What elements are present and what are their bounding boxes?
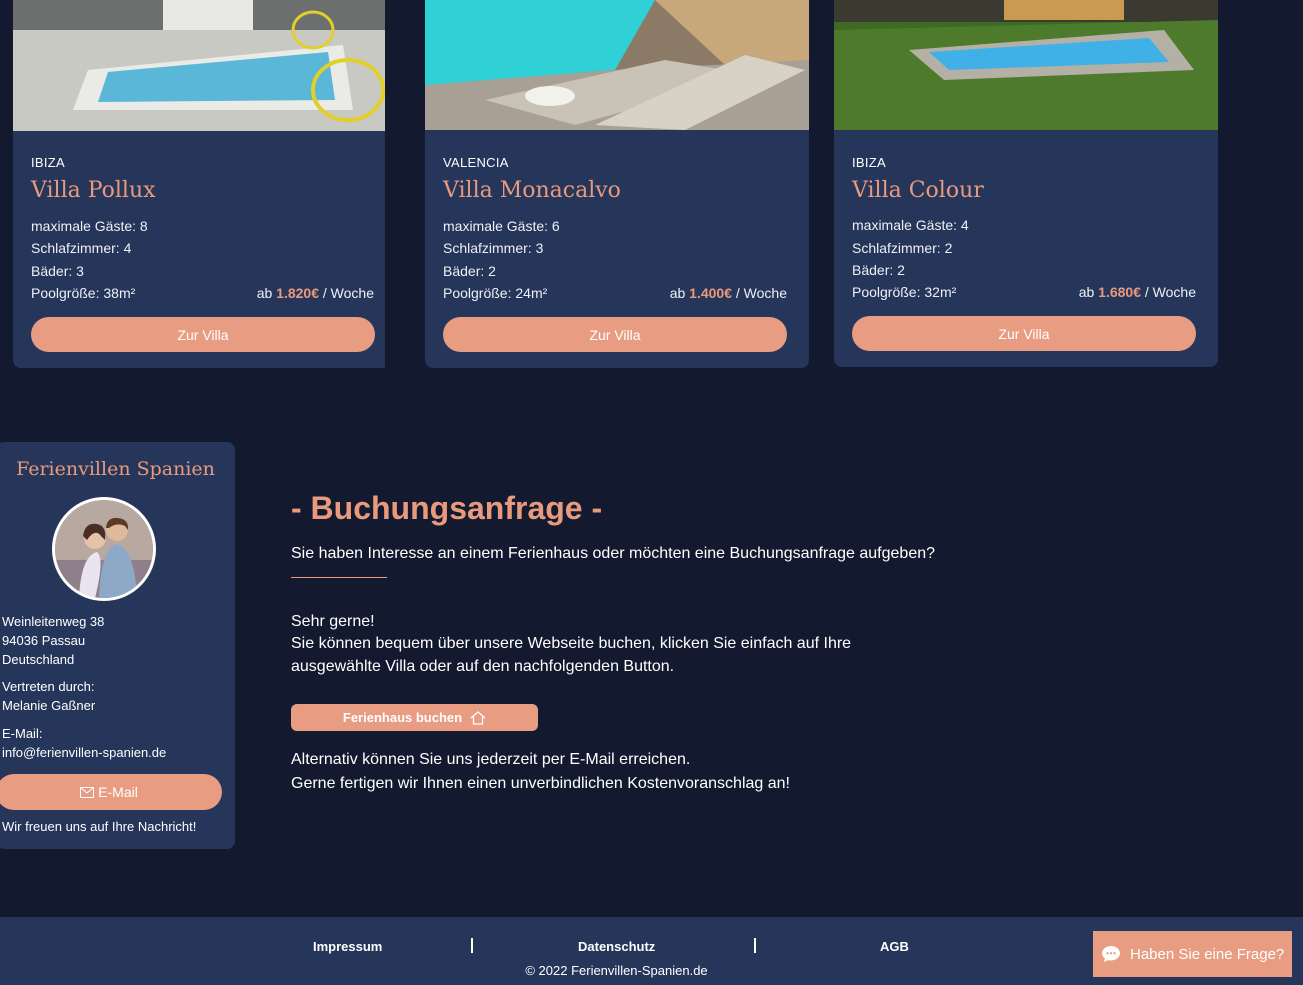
villa-guests: maximale Gäste: 6 <box>443 218 560 234</box>
villa-baths: Bäder: 2 <box>443 263 496 279</box>
villa-photo[interactable] <box>425 0 809 130</box>
home-icon <box>470 710 486 725</box>
zur-villa-button[interactable]: Zur Villa <box>443 317 787 352</box>
villa-pool-size: Poolgröße: 24m² <box>443 285 548 301</box>
contact-card: Ferienvillen Spanien Weinleitenweg 38 94… <box>0 442 235 849</box>
villa-price: ab 1.680€ / Woche <box>1078 284 1196 300</box>
contact-email-link[interactable]: info@ferienvillen-spanien.de <box>2 745 166 760</box>
booking-alt-1: Alternativ können Sie uns jederzeit per … <box>291 751 691 768</box>
villa-pool-size: Poolgröße: 32m² <box>852 284 957 300</box>
zur-villa-button[interactable]: Zur Villa <box>31 317 375 352</box>
villa-bedrooms: Schlafzimmer: 2 <box>852 240 953 256</box>
email-button-label: E-Mail <box>98 784 138 800</box>
villa-region: IBIZA <box>31 155 66 170</box>
villa-photo[interactable] <box>13 0 385 131</box>
booking-line-2: Sie können bequem über unsere Webseite b… <box>291 635 852 652</box>
footer-copyright: © 2022 Ferienvillen-Spanien.de <box>525 963 708 978</box>
contact-email-label: E-Mail: <box>2 726 43 741</box>
contact-country: Deutschland <box>2 652 75 667</box>
footer-impressum-link[interactable]: Impressum <box>313 939 382 954</box>
contact-title: Ferienvillen Spanien <box>16 458 215 480</box>
avatar <box>52 497 156 601</box>
villa-card: IBIZA Villa Colour maximale Gäste: 4 Sch… <box>834 0 1218 367</box>
footer-separator <box>471 938 473 953</box>
villa-region: VALENCIA <box>443 155 509 170</box>
divider <box>291 577 387 578</box>
villa-price: ab 1.820€ / Woche <box>256 285 374 301</box>
contact-closing: Wir freuen uns auf Ihre Nachricht! <box>2 819 197 834</box>
villa-guests: maximale Gäste: 8 <box>31 218 148 234</box>
villa-pool-size: Poolgröße: 38m² <box>31 285 136 301</box>
villa-bedrooms: Schlafzimmer: 4 <box>31 240 132 256</box>
contact-rep-name: Melanie Gaßner <box>2 698 96 713</box>
booking-intro: Sie haben Interesse an einem Ferienhaus … <box>291 545 936 562</box>
book-button-label: Ferienhaus buchen <box>342 710 463 725</box>
footer-separator <box>754 938 756 953</box>
ferienhaus-buchen-button[interactable]: Ferienhaus buchen <box>291 704 538 731</box>
booking-line-1: Sehr gerne! <box>291 613 375 630</box>
chat-label: Haben Sie eine Frage? <box>1130 945 1285 963</box>
contact-city: 94036 Passau <box>2 633 86 648</box>
villa-guests: maximale Gäste: 4 <box>852 217 969 233</box>
villa-name[interactable]: Villa Colour <box>852 178 984 203</box>
contact-street: Weinleitenweg 38 <box>2 614 105 629</box>
booking-alt-2: Gerne fertigen wir Ihnen einen unverbind… <box>291 775 790 792</box>
chat-widget-button[interactable]: Haben Sie eine Frage? <box>1093 931 1292 977</box>
footer-agb-link[interactable]: AGB <box>880 939 909 954</box>
villa-region: IBIZA <box>852 155 887 170</box>
contact-rep-label: Vertreten durch: <box>2 679 95 694</box>
villa-baths: Bäder: 3 <box>31 263 84 279</box>
zur-villa-button[interactable]: Zur Villa <box>852 316 1196 351</box>
booking-headline: - Buchungsanfrage - <box>291 490 603 526</box>
villa-name[interactable]: Villa Pollux <box>31 178 156 203</box>
villa-baths: Bäder: 2 <box>852 262 905 278</box>
villa-name[interactable]: Villa Monacalvo <box>443 178 621 203</box>
villa-price: ab 1.400€ / Woche <box>669 285 787 301</box>
villa-card: VALENCIA Villa Monacalvo maximale Gäste:… <box>425 0 809 368</box>
booking-line-3: ausgewählte Villa oder auf den nachfolge… <box>291 658 675 675</box>
villa-bedrooms: Schlafzimmer: 3 <box>443 240 544 256</box>
mail-icon <box>80 786 95 798</box>
villa-photo[interactable] <box>834 0 1218 130</box>
email-button[interactable]: E-Mail <box>0 774 222 810</box>
villa-card: IBIZA Villa Pollux maximale Gäste: 8 Sch… <box>13 0 385 368</box>
footer-datenschutz-link[interactable]: Datenschutz <box>578 939 655 954</box>
chat-bubble-icon <box>1102 946 1120 962</box>
